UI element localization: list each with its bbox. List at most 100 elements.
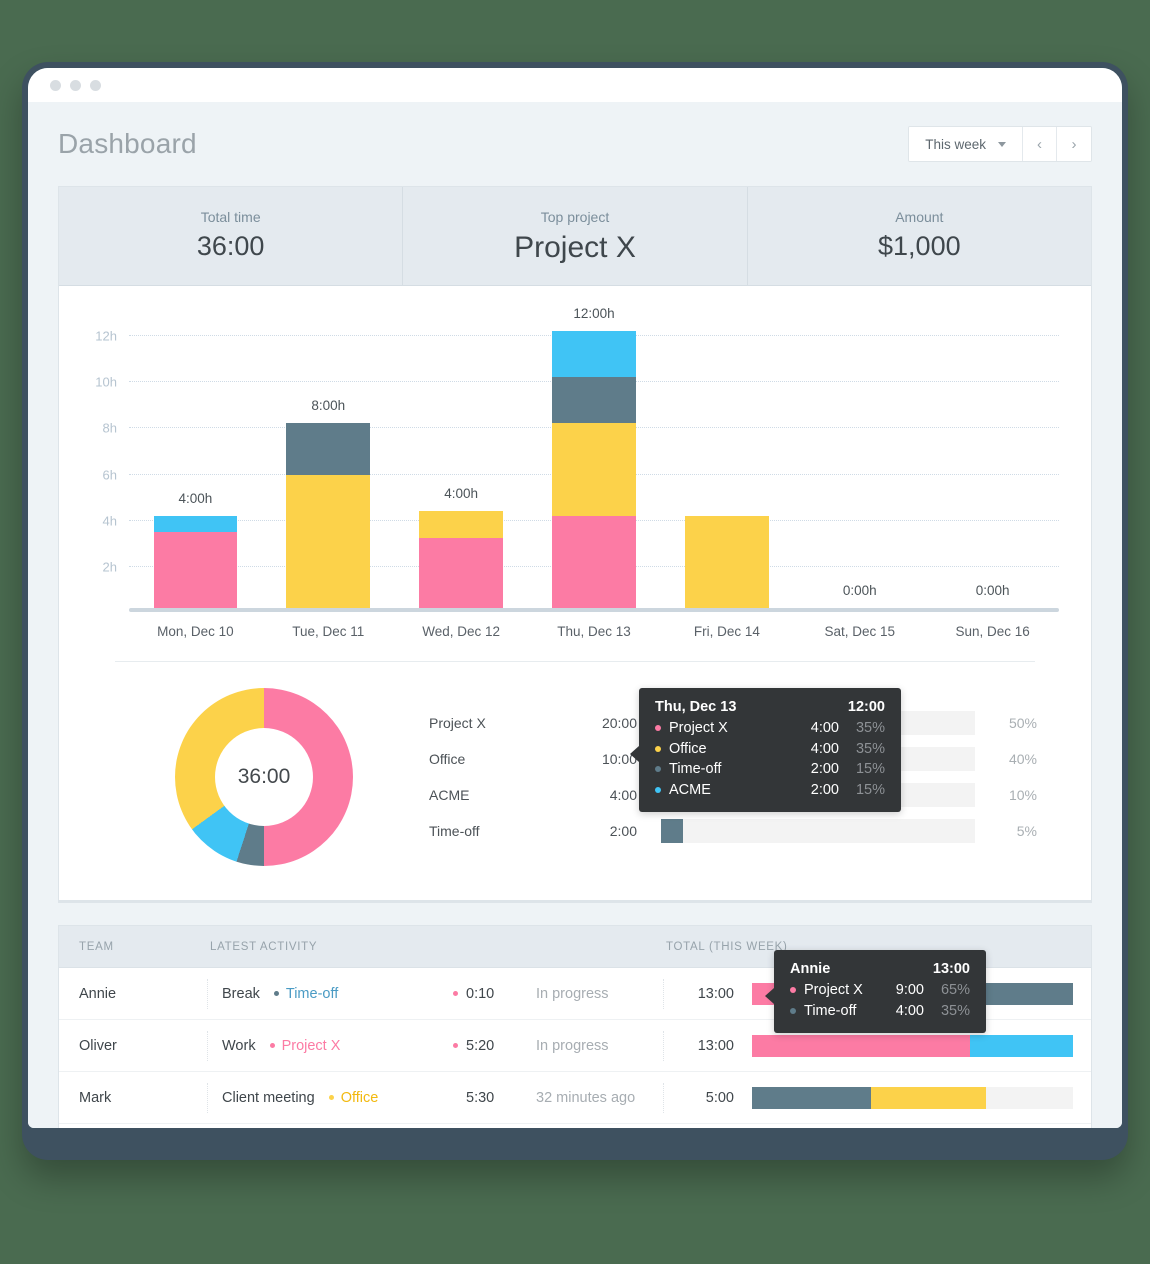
bar-column[interactable] [660,312,793,608]
donut-center-label: 36:00 [215,728,313,826]
tooltip-row-name: Time-off [669,759,791,780]
bar-stack [154,516,238,608]
summary-card: Total time36:00 [59,187,403,285]
team-member-name: Annie [59,986,207,1002]
tooltip-row: Time-off2:0015% [655,759,885,780]
chart-x-label: Sat, Dec 15 [793,624,926,639]
activity-duration: 0:10In progress [453,986,663,1002]
bar-segment [552,331,636,377]
bar-column[interactable]: 4:00h [395,312,528,608]
legend-dot-icon [655,746,661,752]
activity-project-label: Time-off [286,986,338,1002]
summary-card: Top project Project X [403,187,747,285]
team-total-cell: 5:00 [663,1083,1091,1113]
breakdown-time: 20:00 [559,715,637,731]
tooltip-row-percent: 35% [839,718,885,739]
tooltip-row-percent: 15% [839,780,885,801]
team-tooltip-rows: Project X9:0065%Time-off4:0035% [790,980,970,1021]
chart-x-labels: Mon, Dec 10Tue, Dec 11Wed, Dec 12Thu, De… [129,624,1059,639]
bar-segment [552,377,636,423]
table-row[interactable]: ZoeLunchTime-off1:301 day ago4:00 [59,1124,1091,1128]
project-dot-icon [274,991,279,996]
chart-x-label: Sun, Dec 16 [926,624,1059,639]
window-dot-minimize[interactable] [70,80,81,91]
project-dot-icon [270,1043,275,1048]
page-header: Dashboard This week ‹ › [58,102,1092,186]
tooltip-row-value: 2:00 [791,780,839,801]
summary-card-value: Project X [403,231,746,265]
tooltip-row-name: Project X [804,980,876,1001]
tooltip-row-value: 9:00 [876,980,924,1001]
breakdown-project-name: Project X [429,715,559,731]
tooltip-row-name: ACME [669,780,791,801]
column-header-team: TEAM [59,941,207,953]
dashboard-page: Dashboard This week ‹ › Total time36:00T… [28,102,1122,1128]
team-activity-cell: Client meetingOffice5:3032 minutes ago [207,1083,663,1113]
bar-column[interactable]: 4:00h [129,312,262,608]
breakdown-time: 2:00 [559,823,637,839]
tooltip-row: Time-off4:0035% [790,1001,970,1022]
tooltip-row-name: Time-off [804,1001,876,1022]
bar-segment [419,511,503,538]
prev-period-button[interactable]: ‹ [1023,127,1057,161]
breakdown-track [661,819,975,843]
activity-project[interactable]: Project X [270,1038,341,1054]
bar-column[interactable]: 12:00h [528,312,661,608]
bar-column[interactable]: 0:00h [926,312,1059,608]
activity-duration-value: 5:20 [466,1038,518,1054]
legend-dot-icon [655,725,661,731]
table-row[interactable]: MarkClient meetingOffice5:3032 minutes a… [59,1072,1091,1124]
bar-stack [286,423,370,608]
breakdown-row[interactable]: Time-off2:005% [429,813,1037,849]
bar-segment [419,538,503,608]
activity-duration-value: 5:30 [466,1090,518,1106]
donut-chart-wrap: 36:00 [99,688,429,866]
bar-stack [685,516,769,608]
activity-project-label: Project X [282,1038,341,1054]
window-titlebar [28,68,1122,102]
summary-card-label: Total time [59,209,402,225]
next-period-button[interactable]: › [1057,127,1091,161]
chart-x-label: Mon, Dec 10 [129,624,262,639]
team-tooltip: Annie 13:00 Project X9:0065%Time-off4:00… [774,950,986,1033]
bar-segment [286,475,370,608]
bar-segment [154,532,238,608]
window-dot-maximize[interactable] [90,80,101,91]
tooltip-row: Project X9:0065% [790,980,970,1001]
tooltip-row-value: 4:00 [791,739,839,760]
breakdown-percent: 40% [975,751,1037,767]
range-select[interactable]: This week [909,127,1023,161]
date-range-controls: This week ‹ › [908,126,1092,162]
activity-task: Work [222,1038,256,1054]
team-total-segment [752,1035,970,1057]
bar-total-label: 0:00h [793,583,926,598]
team-tooltip-title: Annie [790,961,830,977]
window-dot-close[interactable] [50,80,61,91]
bar-total-label: 8:00h [262,398,395,413]
team-card: TEAM LATEST ACTIVITY TOTAL (THIS WEEK) A… [58,925,1092,1128]
chart-y-tick: 4h [103,513,117,528]
donut-chart[interactable]: 36:00 [175,688,353,866]
summary-card-label: Top project [403,209,746,225]
activity-status: In progress [536,986,609,1002]
team-member-name: Mark [59,1090,207,1106]
activity-project[interactable]: Time-off [274,986,338,1002]
tooltip-row-percent: 65% [924,980,970,1001]
bar-total-label: 12:00h [528,306,661,321]
activity-project[interactable]: Office [329,1090,379,1106]
bar-total-label: 0:00h [926,583,1059,598]
summary-card-label: Amount [748,209,1091,225]
bar-total-label: 4:00h [395,486,528,501]
team-tooltip-header: Annie 13:00 [790,961,970,977]
activity-status: 32 minutes ago [536,1090,635,1106]
legend-dot-icon [790,987,796,993]
team-total-segment [970,1035,1073,1057]
bar-column[interactable]: 8:00h [262,312,395,608]
chart-axis-line [129,608,1059,612]
breakdown-time: 10:00 [559,751,637,767]
summary-card: Amount$1,000 [748,187,1091,285]
breakdown-project-name: Time-off [429,823,559,839]
tooltip-row-value: 2:00 [791,759,839,780]
bar-stack [419,511,503,608]
bar-column[interactable]: 0:00h [793,312,926,608]
